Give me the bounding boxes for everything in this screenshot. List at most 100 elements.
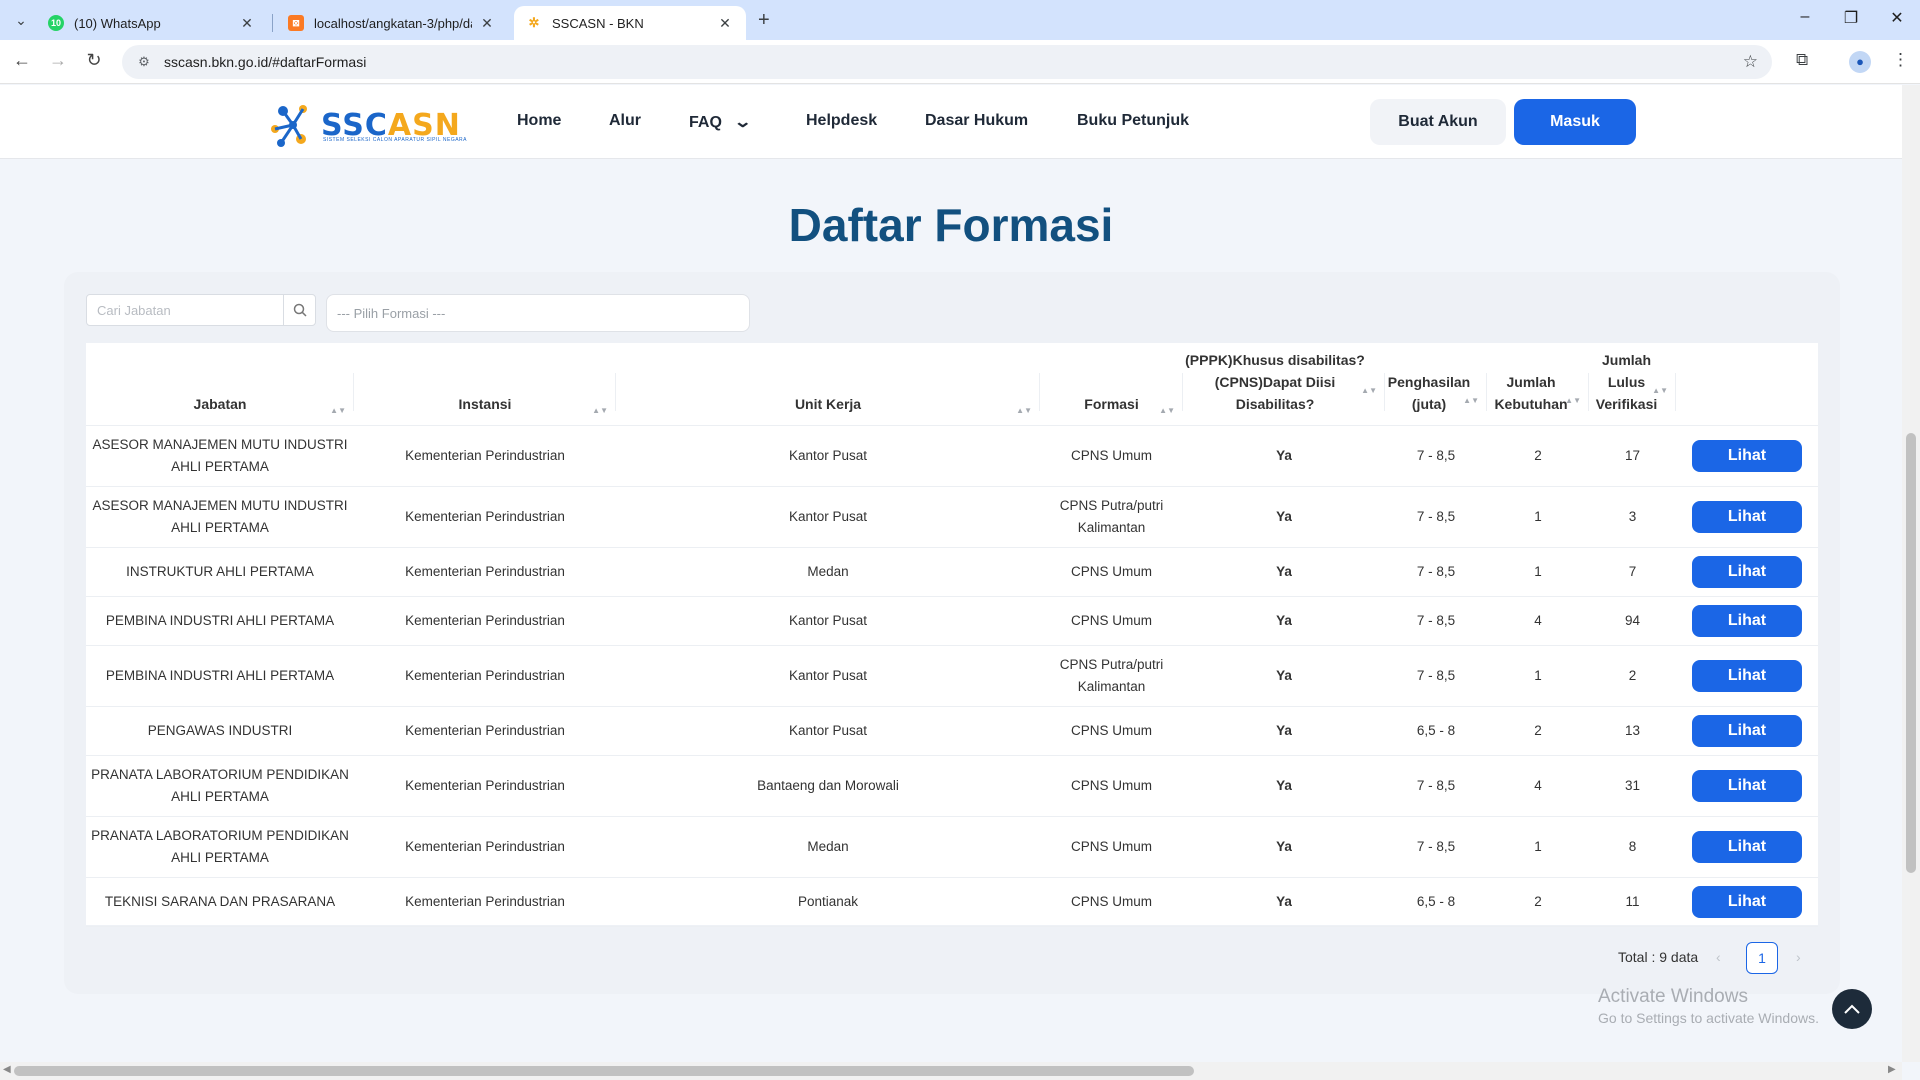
cell-jabatan: PEMBINA INDUSTRI AHLI PERTAMA — [86, 645, 354, 707]
profile-avatar-icon[interactable]: ● — [1849, 51, 1871, 73]
address-bar[interactable]: ⚙ sscasn.bkn.go.id/#daftarFormasi ☆ — [122, 45, 1772, 79]
sort-icon[interactable]: ▲▼ — [1361, 386, 1377, 395]
lihat-button[interactable]: Lihat — [1692, 830, 1802, 863]
header-unit-kerja[interactable]: Unit Kerja ▲▼ — [616, 343, 1040, 426]
cell-action: Lihat — [1676, 486, 1818, 548]
cell-disabilitas: Ya — [1183, 755, 1385, 817]
header-jabatan[interactable]: Jabatan ▲▼ — [86, 343, 354, 426]
formasi-select[interactable]: --- Pilih Formasi --- — [326, 294, 750, 332]
cell-jumlah-kebutuhan: 1 — [1487, 816, 1589, 878]
chevron-down-icon: ⌄ — [733, 114, 752, 131]
cell-jumlah-lulus: 17 — [1589, 425, 1676, 487]
site-info-icon[interactable]: ⚙ — [134, 54, 154, 70]
sort-icon[interactable]: ▲▼ — [330, 406, 346, 415]
close-tab-icon[interactable]: ✕ — [478, 15, 496, 32]
close-tab-icon[interactable]: ✕ — [716, 15, 734, 32]
cell-jabatan: PEMBINA INDUSTRI AHLI PERTAMA — [86, 596, 354, 646]
sort-icon[interactable]: ▲▼ — [1016, 406, 1032, 415]
cell-disabilitas: Ya — [1183, 486, 1385, 548]
vertical-scrollbar[interactable] — [1902, 85, 1920, 1062]
search-input[interactable] — [87, 295, 284, 325]
lihat-button[interactable]: Lihat — [1692, 604, 1802, 637]
whatsapp-icon: 10 — [48, 15, 64, 31]
lihat-button[interactable]: Lihat — [1692, 769, 1802, 802]
lihat-button[interactable]: Lihat — [1692, 885, 1802, 918]
next-page-icon[interactable]: › — [1796, 949, 1801, 965]
extensions-icon[interactable]: ⧉ — [1796, 50, 1808, 70]
scrollbar-thumb[interactable] — [14, 1066, 1194, 1076]
nav-home[interactable]: Home — [517, 112, 561, 130]
lihat-button[interactable]: Lihat — [1692, 555, 1802, 588]
cell-instansi: Kementerian Perindustrian — [354, 706, 616, 756]
header-instansi[interactable]: Instansi ▲▼ — [354, 343, 616, 426]
tab-title: localhost/angkatan-3/php/dasl — [314, 15, 472, 31]
windows-activation-watermark: Activate Windows Go to Settings to activ… — [1598, 986, 1819, 1026]
sort-icon[interactable]: ▲▼ — [1565, 396, 1581, 405]
browser-tab-whatsapp[interactable]: 10 (10) WhatsApp ✕ — [36, 6, 268, 40]
logo-tagline: SISTEM SELEKSI CALON APARATUR SIPIL NEGA… — [323, 137, 467, 143]
cell-instansi: Kementerian Perindustrian — [354, 877, 616, 927]
cell-unit-kerja: Kantor Pusat — [616, 425, 1040, 487]
scroll-right-icon[interactable]: ▶ — [1888, 1064, 1896, 1075]
lihat-button[interactable]: Lihat — [1692, 659, 1802, 692]
cell-jumlah-lulus: 13 — [1589, 706, 1676, 756]
lihat-button[interactable]: Lihat — [1692, 500, 1802, 533]
restore-icon[interactable]: ❐ — [1828, 8, 1874, 28]
sort-icon[interactable]: ▲▼ — [592, 406, 608, 415]
cell-unit-kerja: Bantaeng dan Morowali — [616, 755, 1040, 817]
page-number-button[interactable]: 1 — [1746, 942, 1778, 974]
header-formasi[interactable]: Formasi ▲▼ — [1040, 343, 1183, 426]
browser-menu-icon[interactable]: ⋮ — [1892, 50, 1909, 70]
lihat-button[interactable]: Lihat — [1692, 714, 1802, 747]
new-tab-icon[interactable]: + — [758, 9, 770, 32]
search-jabatan — [86, 294, 316, 326]
scrollbar-thumb[interactable] — [1906, 433, 1916, 873]
search-icon[interactable] — [283, 295, 315, 325]
prev-page-icon[interactable]: ‹ — [1716, 949, 1721, 965]
header-jumlah-lulus[interactable]: Jumlah Lulus Verifikasi ▲▼ — [1589, 343, 1676, 426]
cell-action: Lihat — [1676, 596, 1818, 646]
scroll-left-icon[interactable]: ◀ — [3, 1064, 11, 1075]
back-icon[interactable]: ← — [10, 50, 34, 71]
reload-icon[interactable]: ↻ — [82, 50, 106, 71]
sort-icon[interactable]: ▲▼ — [1159, 406, 1175, 415]
close-tab-icon[interactable]: ✕ — [238, 15, 256, 32]
forward-icon[interactable]: → — [46, 50, 70, 71]
nav-faq[interactable]: FAQ ⌄ — [689, 112, 752, 132]
cell-unit-kerja: Pontianak — [616, 877, 1040, 927]
nav-dasar-hukum[interactable]: Dasar Hukum — [925, 112, 1028, 130]
sort-icon[interactable]: ▲▼ — [1463, 396, 1479, 405]
cell-formasi: CPNS Umum — [1040, 816, 1183, 878]
sort-icon[interactable]: ▲▼ — [1652, 386, 1668, 395]
sscasn-logo[interactable]: SSCASN SISTEM SELEKSI CALON APARATUR SIP… — [267, 99, 467, 151]
cell-jumlah-kebutuhan: 4 — [1487, 596, 1589, 646]
cell-instansi: Kementerian Perindustrian — [354, 596, 616, 646]
close-window-icon[interactable]: ✕ — [1874, 8, 1920, 28]
bookmark-star-icon[interactable]: ☆ — [1743, 52, 1758, 72]
cell-jumlah-kebutuhan: 2 — [1487, 877, 1589, 927]
tab-search-chevron-icon[interactable]: ⌄ — [8, 8, 34, 32]
register-button[interactable]: Buat Akun — [1370, 99, 1506, 145]
cell-jumlah-lulus: 94 — [1589, 596, 1676, 646]
cell-jumlah-kebutuhan: 1 — [1487, 645, 1589, 707]
cell-action: Lihat — [1676, 706, 1818, 756]
header-jumlah-kebutuhan[interactable]: Jumlah Kebutuhan ▲▼ — [1487, 343, 1589, 426]
header-penghasilan[interactable]: Penghasilan (juta) ▲▼ — [1385, 343, 1487, 426]
browser-tab-sscasn[interactable]: ✲ SSCASN - BKN ✕ — [514, 6, 746, 40]
nav-helpdesk[interactable]: Helpdesk — [806, 112, 877, 130]
login-button[interactable]: Masuk — [1514, 99, 1636, 145]
scroll-to-top-button[interactable] — [1832, 989, 1872, 1029]
tab-title: SSCASN - BKN — [552, 15, 644, 31]
browser-tab-localhost[interactable]: ⊠ localhost/angkatan-3/php/dasl ✕ — [276, 6, 508, 40]
header-disabilitas[interactable]: (PPPK)Khusus disabilitas? (CPNS)Dapat Dii… — [1183, 343, 1385, 426]
nav-alur[interactable]: Alur — [609, 112, 641, 130]
cell-unit-kerja: Kantor Pusat — [616, 596, 1040, 646]
horizontal-scrollbar[interactable]: ◀ ▶ — [0, 1062, 1902, 1080]
cell-jumlah-kebutuhan: 2 — [1487, 425, 1589, 487]
cell-jabatan: ASESOR MANAJEMEN MUTU INDUSTRI AHLI PERTA… — [86, 425, 354, 487]
cell-disabilitas: Ya — [1183, 645, 1385, 707]
lihat-button[interactable]: Lihat — [1692, 439, 1802, 472]
minimize-icon[interactable]: – — [1782, 8, 1828, 26]
nav-buku-petunjuk[interactable]: Buku Petunjuk — [1077, 112, 1189, 130]
cell-action: Lihat — [1676, 645, 1818, 707]
